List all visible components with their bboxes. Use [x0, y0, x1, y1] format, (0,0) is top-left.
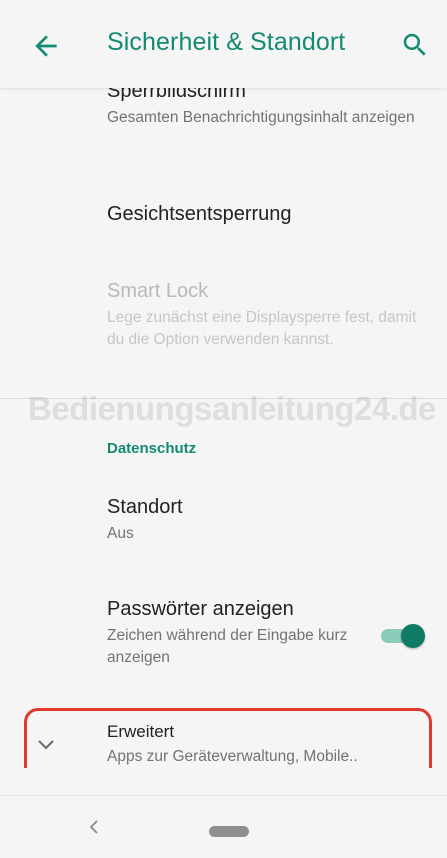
system-nav-bar: [0, 795, 447, 858]
setting-location[interactable]: Standort Aus: [107, 496, 427, 545]
arrow-back-icon[interactable]: [30, 30, 62, 62]
setting-title: Passwörter anzeigen: [107, 598, 294, 620]
search-icon[interactable]: [400, 30, 430, 60]
setting-face-unlock[interactable]: Gesichtsentsperrung: [107, 203, 427, 226]
setting-title: Erweitert: [107, 722, 175, 741]
show-passwords-toggle[interactable]: [381, 621, 427, 651]
setting-title: Smart Lock: [107, 280, 209, 302]
setting-title: Sperrbildschirm: [107, 88, 246, 102]
home-pill-button[interactable]: [209, 826, 249, 837]
setting-title: Gesichtsentsperrung: [107, 203, 292, 225]
app-bar: Sicherheit & Standort: [0, 0, 447, 88]
toggle-thumb: [401, 624, 425, 648]
chevron-down-icon[interactable]: [36, 738, 56, 752]
setting-smart-lock: Smart Lock Lege zunächst eine Displayspe…: [107, 280, 427, 351]
setting-summary: Aus: [107, 525, 134, 542]
section-header-privacy: Datenschutz: [107, 440, 197, 457]
setting-summary: Gesamten Benachrichtigungsinhalt anzeige…: [107, 109, 415, 126]
settings-list[interactable]: Sperrbildschirm Gesamten Benachrichtigun…: [0, 88, 447, 768]
setting-summary: Apps zur Geräteverwaltung, Mobile..: [107, 748, 358, 765]
setting-advanced[interactable]: Erweitert Apps zur Geräteverwaltung, Mob…: [107, 722, 417, 768]
setting-summary: Lege zunächst eine Displaysperre fest, d…: [107, 309, 417, 348]
watermark-text: Bedienungsanleitung24.de: [28, 390, 436, 427]
setting-summary: Zeichen während der Eingabe kurz anzeige…: [107, 627, 348, 666]
page-title: Sicherheit & Standort: [107, 28, 346, 56]
setting-title: Standort: [107, 496, 183, 518]
setting-lockscreen[interactable]: Sperrbildschirm Gesamten Benachrichtigun…: [107, 88, 427, 129]
setting-show-passwords[interactable]: Passwörter anzeigen Zeichen während der …: [107, 598, 367, 669]
nav-back-icon[interactable]: [87, 818, 101, 836]
